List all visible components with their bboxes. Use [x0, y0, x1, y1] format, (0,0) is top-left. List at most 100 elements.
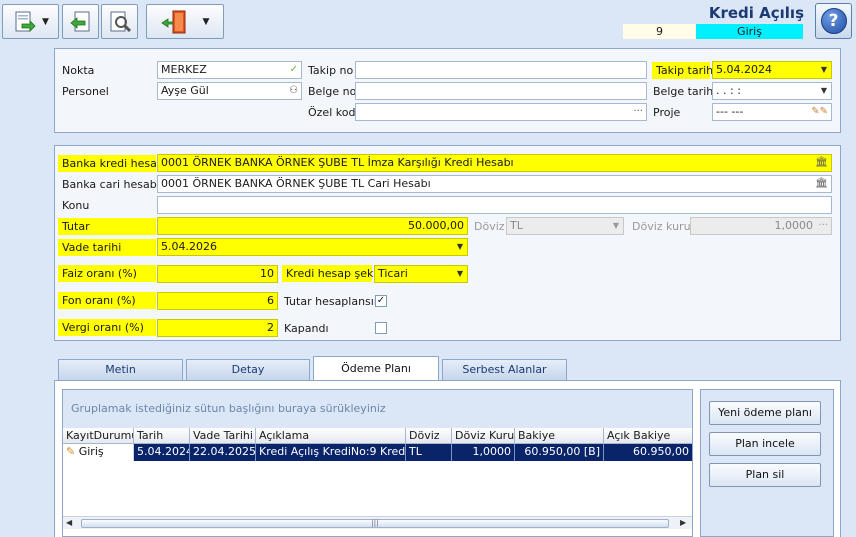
ozel-kod-label: Özel kod [308, 106, 356, 119]
doviz-select[interactable]: TL ▼ [506, 217, 624, 235]
faiz-orani-field[interactable]: 10 [157, 265, 278, 283]
personel-value: Ayşe Gül [161, 84, 209, 97]
scroll-right-icon[interactable]: ▶ [680, 517, 686, 529]
column-header-acik-bakiye[interactable]: Açık Bakiye [604, 428, 692, 444]
nokta-field[interactable]: MERKEZ ✓ [157, 61, 302, 79]
tab-detay[interactable]: Detay [186, 359, 310, 380]
column-header-doviz[interactable]: Döviz [406, 428, 452, 444]
kredi-hesap-sekli-select[interactable]: Ticari ▼ [374, 265, 468, 283]
takip-tarihi-field[interactable]: 5.04.2024 ▼ [712, 61, 832, 79]
help-icon: ? [820, 8, 847, 34]
banka-kredi-hesabi-value: 0001 ÖRNEK BANKA ÖRNEK ŞUBE TL İmza Karş… [161, 156, 514, 169]
cell-kayitdurumu: ✎ Giriş [63, 444, 134, 461]
proje-value: --- --- [716, 105, 744, 118]
vergi-orani-label: Vergi oranı (%) [58, 319, 156, 336]
tools-icon [110, 11, 131, 32]
column-header-tarih[interactable]: Tarih [134, 428, 190, 444]
save-icon [15, 11, 36, 32]
check-icon: ✓ [289, 64, 298, 75]
doviz-kuru-field[interactable]: 1,0000 ··· [690, 217, 832, 235]
bank-icon: 🏛 [815, 178, 828, 189]
tutar-hesaplansin-label: Tutar hesaplansın [284, 295, 381, 308]
ellipsis-icon: ··· [633, 106, 643, 117]
konu-field[interactable] [157, 196, 832, 214]
edit-icon: ✎ [66, 445, 76, 458]
review-plan-button[interactable]: Plan incele [709, 432, 821, 456]
ellipsis-icon: ··· [818, 220, 828, 231]
cell-bakiye: 60.950,00 [B] [515, 444, 604, 461]
fon-orani-field[interactable]: 6 [157, 292, 278, 310]
takip-no-field[interactable] [355, 61, 647, 79]
belge-no-label: Belge no [308, 85, 357, 98]
column-header-doviz-kuru[interactable]: Döviz Kuru [452, 428, 515, 444]
scroll-left-icon[interactable]: ◀ [66, 517, 72, 529]
delete-plan-button[interactable]: Plan sil [709, 463, 821, 487]
vade-tarihi-label: Vade tarihi [58, 239, 156, 256]
doviz-label: Döviz [474, 220, 505, 233]
chevron-down-icon: ▼ [820, 86, 827, 95]
record-status: Giriş [696, 24, 803, 39]
new-payment-plan-button[interactable]: Yeni ödeme planı [709, 401, 821, 425]
column-header-vade-tarihi[interactable]: Vade Tarihi [190, 428, 256, 444]
vade-tarihi-field[interactable]: 5.04.2026 ▼ [157, 238, 468, 256]
belge-tarihi-field[interactable]: . . : : ▼ [712, 82, 832, 100]
personel-field[interactable]: Ayşe Gül ⚇ [157, 82, 302, 100]
belge-tarihi-label: Belge tarihi [653, 85, 717, 98]
vergi-orani-field[interactable]: 2 [157, 319, 278, 337]
cell-aciklama: Kredi Açılış KrediNo:9 Kredi Ödeme [256, 444, 406, 461]
banka-kredi-hesabi-field[interactable]: 0001 ÖRNEK BANKA ÖRNEK ŞUBE TL İmza Karş… [157, 154, 832, 172]
faiz-orani-value: 10 [260, 267, 274, 280]
exit-door-icon [160, 10, 186, 33]
user-lookup-icon: ⚇ [289, 85, 298, 96]
tutar-hesaplansin-checkbox[interactable]: ✓ [375, 295, 387, 307]
tools-button[interactable] [101, 4, 138, 39]
chevron-down-icon: ▼ [612, 221, 619, 230]
banka-kredi-hesabi-label: Banka kredi hesabı [58, 155, 167, 172]
cell-doviz-kuru: 1,0000 [452, 444, 515, 461]
fon-orani-label: Fon oranı (%) [58, 292, 156, 309]
tutar-field[interactable]: 50.000,00 [157, 217, 468, 235]
ozel-kod-field[interactable]: ··· [355, 103, 647, 121]
nokta-value: MERKEZ [161, 63, 207, 76]
group-hint: Gruplamak istediğiniz sütun başlığını bu… [71, 402, 386, 415]
banka-cari-hesabi-value: 0001 ÖRNEK BANKA ÖRNEK ŞUBE TL Cari Hesa… [161, 177, 431, 190]
help-button[interactable]: ? [815, 3, 852, 39]
tab-metin[interactable]: Metin [58, 359, 183, 380]
chevron-down-icon: ▼ [456, 269, 463, 278]
banka-cari-hesabi-label: Banka cari hesabı [62, 178, 160, 191]
chevron-down-icon: ▼ [42, 16, 49, 27]
faiz-orani-label: Faiz oranı (%) [58, 265, 156, 282]
doviz-kuru-value: 1,0000 [774, 219, 814, 232]
record-number: 9 [623, 24, 696, 39]
konu-label: Konu [62, 199, 90, 212]
horizontal-scrollbar[interactable]: ◀ ||| ▶ [63, 516, 692, 529]
column-header-bakiye[interactable]: Bakiye [515, 428, 604, 444]
proje-field[interactable]: --- --- ✎✎ [712, 103, 832, 121]
banka-cari-hesabi-field[interactable]: 0001 ÖRNEK BANKA ÖRNEK ŞUBE TL Cari Hesa… [157, 175, 832, 193]
kapandi-checkbox[interactable] [375, 322, 387, 334]
vergi-orani-value: 2 [267, 321, 274, 334]
scroll-thumb[interactable]: ||| [81, 519, 669, 528]
column-header-kayitdurumu[interactable]: KayıtDurumu [63, 428, 134, 444]
back-arrow-icon [69, 11, 89, 31]
tutar-label: Tutar [58, 218, 156, 235]
save-dropdown-button[interactable]: ▼ [2, 4, 59, 39]
doviz-kuru-label: Döviz kuru [632, 220, 691, 233]
kredi-hesap-sekli-value: Ticari [378, 267, 408, 280]
tab-serbest-alanlar[interactable]: Serbest Alanlar [442, 359, 567, 380]
personel-label: Personel [62, 85, 109, 98]
cell-acik-bakiye: 60.950,00 [604, 444, 692, 461]
kredi-hesap-sekli-label: Kredi hesap şekli [282, 265, 379, 282]
belge-no-field[interactable] [355, 82, 647, 100]
kapandi-label: Kapandı [284, 322, 329, 335]
takip-no-label: Takip no [308, 64, 354, 77]
bank-icon: 🏛 [815, 157, 828, 168]
window-title: Kredi Açılış [708, 4, 804, 22]
column-header-aciklama[interactable]: Açıklama [256, 428, 406, 444]
takip-tarihi-value: 5.04.2024 [716, 63, 772, 76]
tab-odeme-plani[interactable]: Ödeme Planı [313, 356, 439, 381]
exit-dropdown-button[interactable]: ▼ [146, 4, 224, 39]
doviz-value: TL [510, 219, 523, 232]
chevron-down-icon: ▼ [202, 16, 210, 27]
back-button[interactable] [62, 4, 99, 39]
